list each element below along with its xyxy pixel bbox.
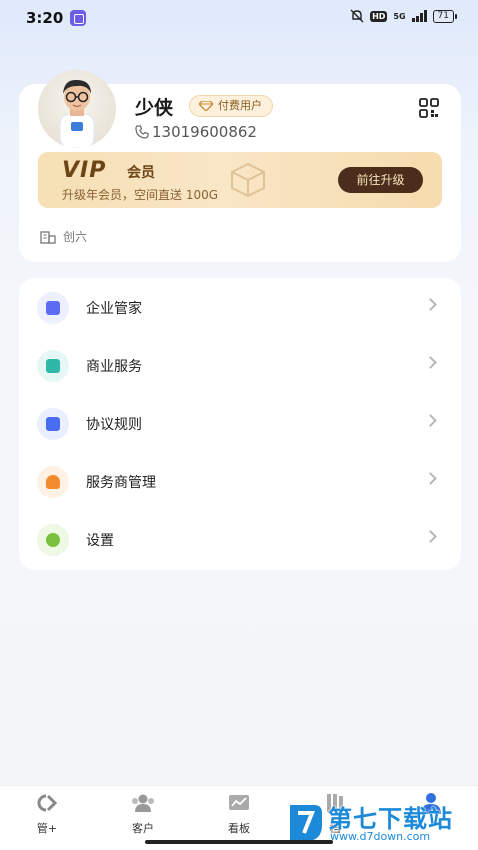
vip-banner[interactable]: VIP 会员 升级年会员，空间直送 100G 前往升级 [38,152,442,208]
profile-card: 少侠 付费用户 13019600862 VIP 会员 升级年会员，空间直送 10… [19,70,461,262]
hd-indicator: HD [370,10,388,22]
upgrade-button[interactable]: 前往升级 [338,167,423,193]
watermark-title: 第七下载站 [328,805,453,833]
app-notification-icon [70,10,86,26]
chevron-right-icon [424,530,437,543]
vip-member-label: 会员 [127,165,155,181]
network-type: 5G [393,11,406,21]
mute-icon [350,9,364,23]
menu-item-enterprise-manager[interactable]: 企业管家 [19,278,461,336]
chevron-right-icon [424,356,437,369]
status-indicators: HD 5G 71 [350,9,458,23]
paid-user-label: 付费用户 [218,99,262,112]
status-time: 3:20 [26,9,64,27]
menu-item-business-services[interactable]: 商业服务 [19,336,461,394]
watermark-logo-icon [290,805,322,841]
phone-number: 13019600862 [152,123,257,141]
shop-bag-icon [37,350,69,382]
menu-card: 企业管家 商业服务 协议规则 服务商管理 设置 [19,278,461,570]
document-icon [37,408,69,440]
customers-icon [132,794,154,812]
user-name: 少侠 [135,97,174,119]
watermark-url: www.d7down.com [330,830,431,843]
menu-item-settings[interactable]: 设置 [19,510,461,568]
enterprise-icon [37,292,69,324]
dashboard-icon [229,795,249,810]
paid-user-badge: 付费用户 [189,95,273,117]
signal-icon [411,10,427,22]
chevron-right-icon [424,472,437,485]
tab-customers[interactable]: 客户 [113,792,173,836]
menu-item-label: 商业服务 [86,359,142,375]
tab-manage[interactable]: 管+ [17,792,77,836]
person-icon [37,466,69,498]
building-icon [40,230,56,244]
phone-row: 13019600862 [135,123,257,141]
chevron-right-icon [424,298,437,311]
company-name: 创六 [63,230,88,244]
qr-code-icon[interactable] [419,98,439,118]
vip-description: 升级年会员，空间直送 100G [62,188,219,202]
settings-icon [37,524,69,556]
phone-icon [135,125,149,139]
manage-icon [37,794,58,812]
company-row[interactable]: 创六 [40,228,87,245]
tab-dashboard[interactable]: 看板 [209,792,269,836]
tab-label: 看板 [228,822,250,835]
avatar[interactable] [38,70,116,148]
diamond-icon [199,101,213,111]
vip-logo: VIP [62,158,107,183]
home-indicator[interactable] [145,840,333,844]
tab-label: 管+ [36,822,58,835]
menu-item-service-provider-management[interactable]: 服务商管理 [19,452,461,510]
menu-item-label: 企业管家 [86,301,142,317]
menu-item-label: 协议规则 [86,417,142,433]
menu-item-label: 服务商管理 [86,475,156,491]
vip-decoration-icon [231,162,265,198]
menu-item-label: 设置 [86,533,114,549]
chevron-right-icon [424,414,437,427]
battery-icon: 71 [432,9,458,23]
tab-label: 客户 [132,822,154,835]
status-bar: 3:20 HD 5G 71 [0,0,478,36]
menu-item-agreement-rules[interactable]: 协议规则 [19,394,461,452]
